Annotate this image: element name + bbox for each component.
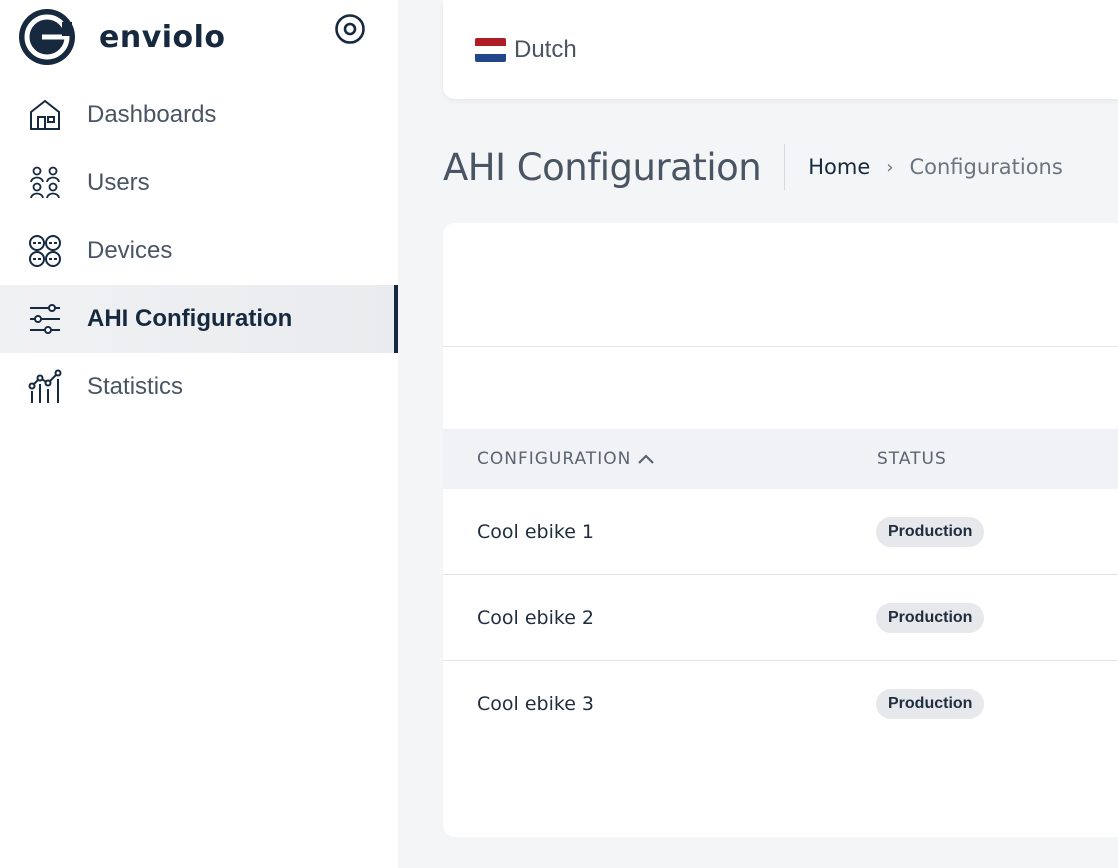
card-filter-area [443, 347, 1118, 429]
sidebar-item-devices[interactable]: Devices [0, 217, 398, 285]
sliders-icon [30, 304, 60, 334]
users-icon [30, 166, 60, 199]
status-badge: Production [876, 689, 985, 719]
brand-name: enviolo [99, 19, 226, 55]
table-row[interactable]: Cool ebike 2 Production [443, 575, 1118, 661]
sidebar-item-label: Users [87, 169, 150, 196]
statistics-icon [28, 369, 62, 403]
sidebar-item-dashboards[interactable]: Dashboards [0, 81, 398, 149]
column-header-status: STATUS [877, 449, 947, 469]
table-body: Cool ebike 1 Production Cool ebike 2 Pro… [443, 489, 1118, 747]
brand[interactable]: enviolo [18, 8, 226, 66]
breadcrumb: Home › Configurations [808, 155, 1063, 179]
language-selector[interactable]: Dutch [475, 36, 577, 64]
status-badge: Production [876, 603, 985, 633]
table-row[interactable]: Cool ebike 3 Production [443, 661, 1118, 747]
column-header-label: CONFIGURATION [477, 449, 632, 469]
enviolo-logo-icon [19, 9, 75, 65]
breadcrumb-home-link[interactable]: Home [808, 155, 870, 179]
configuration-name: Cool ebike 1 [477, 521, 595, 543]
devices-icon [29, 235, 61, 267]
card-toolbar [443, 223, 1118, 347]
sidebar-item-label: AHI Configuration [87, 305, 293, 332]
sidebar-item-label: Devices [87, 237, 173, 264]
top-bar: Dutch [443, 0, 1118, 99]
breadcrumb-current: Configurations [909, 155, 1063, 179]
netherlands-flag-icon [475, 38, 506, 62]
sidebar-item-statistics[interactable]: Statistics [0, 353, 398, 421]
header-divider [784, 144, 786, 190]
sort-ascending-icon [638, 454, 655, 464]
language-label: Dutch [514, 36, 577, 63]
table-header: CONFIGURATION STATUS [443, 429, 1118, 489]
sidebar: enviolo Dashboards Users Devices AHI Con… [0, 0, 398, 868]
sidebar-nav: Dashboards Users Devices AHI Configurati… [0, 81, 398, 421]
column-header-label: STATUS [877, 449, 947, 469]
page-header: AHI Configuration Home › Configurations [443, 143, 1063, 191]
column-header-configuration[interactable]: CONFIGURATION [477, 449, 655, 469]
page-title: AHI Configuration [443, 145, 762, 189]
configuration-name: Cool ebike 3 [477, 693, 595, 715]
chevron-right-icon: › [886, 156, 894, 178]
sidebar-pin-icon[interactable] [333, 12, 367, 46]
sidebar-item-label: Dashboards [87, 101, 217, 128]
home-icon [30, 99, 60, 130]
sidebar-item-label: Statistics [87, 373, 184, 400]
configurations-card: CONFIGURATION STATUS Cool ebike 1 Produc… [443, 223, 1118, 837]
configuration-name: Cool ebike 2 [477, 607, 595, 629]
table-row[interactable]: Cool ebike 1 Production [443, 489, 1118, 575]
sidebar-item-users[interactable]: Users [0, 149, 398, 217]
sidebar-item-ahi-configuration[interactable]: AHI Configuration [0, 285, 398, 353]
status-badge: Production [876, 517, 985, 547]
